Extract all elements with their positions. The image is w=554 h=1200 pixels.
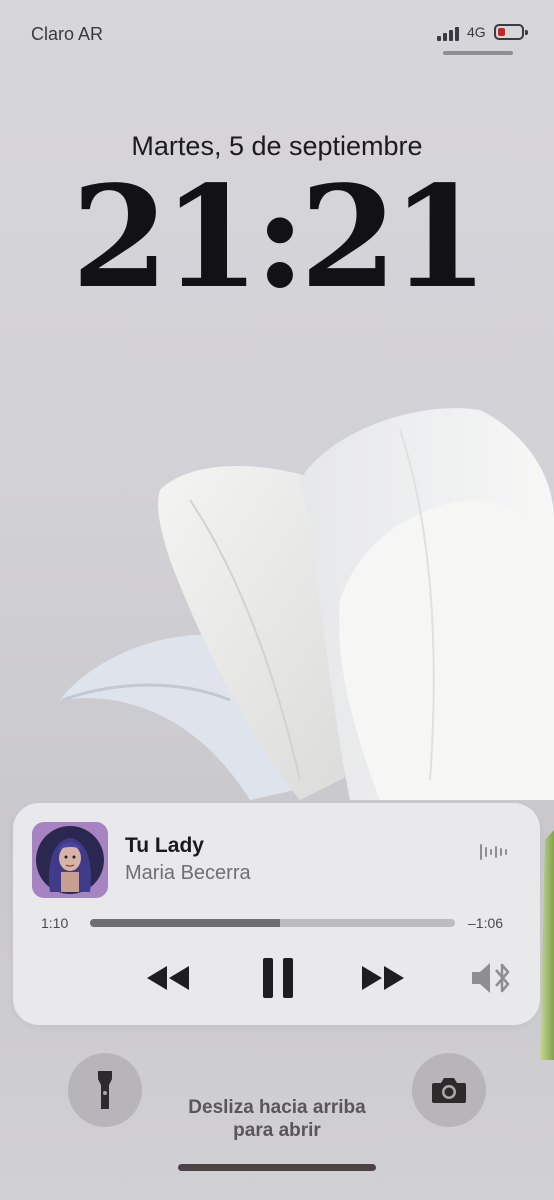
pause-button[interactable] — [253, 955, 303, 1001]
waveform-icon — [480, 844, 507, 860]
playback-progress-fill — [90, 919, 280, 927]
fast-forward-button[interactable] — [358, 958, 408, 998]
track-artist: Maria Becerra — [125, 862, 251, 884]
elapsed-time: 1:10 — [41, 915, 69, 931]
battery-icon — [494, 24, 528, 40]
track-title: Tu Lady — [125, 834, 204, 857]
status-bar: Claro AR 4G — [0, 0, 554, 60]
carrier-label: Claro AR — [31, 24, 104, 44]
fast-forward-icon — [362, 966, 404, 990]
speaker-bluetooth-icon — [472, 963, 510, 993]
lock-screen-time: 21:21 — [71, 156, 488, 320]
pause-icon — [263, 958, 293, 998]
network-type-label: 4G — [467, 24, 486, 40]
cellular-signal-icon — [437, 25, 463, 41]
swipe-hint-line2: para abrir — [233, 1120, 321, 1141]
now-playing-widget[interactable]: Tu Lady Maria Becerra 1:10 –1:06 — [13, 803, 540, 1025]
home-indicator[interactable] — [178, 1164, 376, 1171]
album-art[interactable] — [32, 822, 108, 898]
audio-output-button[interactable] — [468, 956, 518, 1000]
rewind-button[interactable] — [143, 958, 193, 998]
rewind-icon — [147, 966, 189, 990]
swipe-hint-line1: Desliza hacia arriba — [188, 1097, 366, 1118]
control-center-handle[interactable] — [443, 51, 513, 55]
remaining-time: –1:06 — [468, 915, 504, 931]
playback-scrubber[interactable] — [90, 919, 455, 927]
